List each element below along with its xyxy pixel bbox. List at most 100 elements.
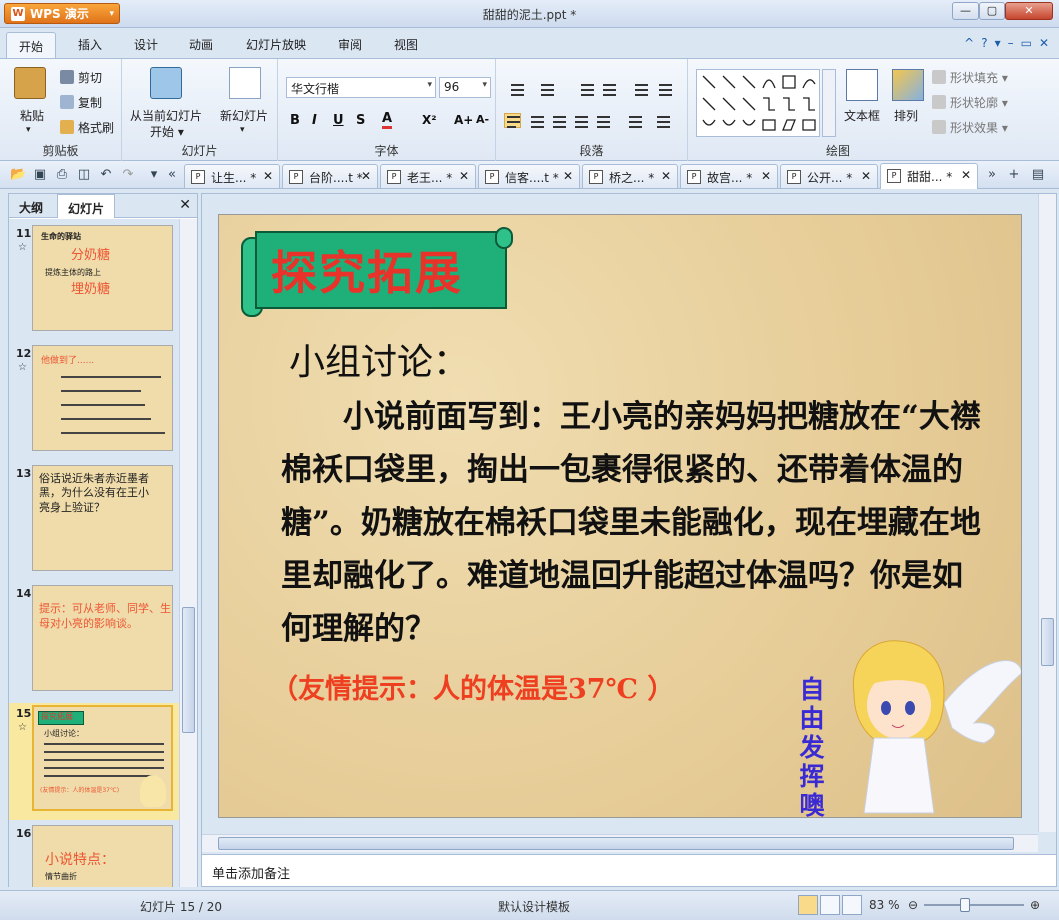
tab-design[interactable]: 设计 — [134, 36, 158, 53]
help-icon[interactable]: ? — [981, 36, 987, 50]
shapes-gallery[interactable] — [696, 69, 820, 137]
slide-thumbnail[interactable]: 俗话说近朱者赤近墨者黑，为什么没有在王小亮身上验证？ — [32, 465, 173, 571]
tab-home[interactable]: 开始 — [6, 32, 57, 60]
editor-horizontal-scrollbar[interactable] — [202, 834, 1038, 852]
doc-tab[interactable]: P 让生... * ✕ — [184, 164, 280, 188]
font-name-select[interactable]: 华文行楷 ▾ — [286, 77, 436, 98]
superscript-button[interactable]: X² — [422, 113, 437, 127]
line-spacing-icon[interactable] — [626, 113, 643, 128]
scrollbar-thumb[interactable] — [1041, 618, 1054, 666]
save-icon[interactable]: ▣ — [32, 167, 48, 183]
new-tab-icon[interactable]: + — [1006, 167, 1022, 183]
doc-tab[interactable]: P 老王... * ✕ — [380, 164, 476, 188]
align-right-icon[interactable] — [550, 113, 567, 128]
shapes-gallery-scroll[interactable] — [822, 69, 836, 137]
slide-sorter-icon[interactable] — [820, 895, 840, 915]
slide-panel-scrollbar[interactable] — [179, 219, 197, 887]
format-painter-button[interactable]: 格式刷 — [60, 119, 114, 136]
normal-view-icon[interactable] — [798, 895, 818, 915]
print-preview-icon[interactable]: ◫ — [76, 167, 92, 183]
tab-review[interactable]: 审阅 — [338, 36, 362, 53]
doc-tab-active[interactable]: P 甜甜... * ✕ — [880, 163, 978, 189]
cut-button[interactable]: 剪切 — [60, 69, 102, 86]
angel-caption[interactable]: 自由发挥噢 — [795, 675, 829, 817]
shape-effects-button[interactable]: 形状效果 ▾ — [932, 119, 1008, 136]
print-icon[interactable]: ⎙ — [54, 167, 70, 183]
chevron-down-icon[interactable]: ▾ — [26, 125, 31, 135]
doc-tab[interactable]: P 桥之... * ✕ — [582, 164, 678, 188]
tab-slides[interactable]: 幻灯片 — [57, 194, 116, 218]
close-tab-icon[interactable]: ✕ — [661, 169, 671, 183]
slide-thumbnail-row-selected[interactable]: 15 ☆ 探究拓展 小组讨论： (友情提示：人的体温是37℃) — [9, 703, 179, 820]
new-slide-button[interactable]: 新幻灯片 — [220, 107, 268, 124]
close-tab-icon[interactable]: ✕ — [361, 169, 371, 183]
slide-thumbnail[interactable]: 小说特点： 情节曲折 — [32, 825, 173, 887]
shrink-font-button[interactable]: A- — [476, 113, 489, 126]
arrange-icon[interactable] — [892, 69, 924, 101]
align-center-icon[interactable] — [528, 113, 545, 128]
zoom-level[interactable]: 83 % — [869, 898, 900, 912]
maximize-button[interactable]: ▢ — [979, 2, 1005, 20]
open-folder-icon[interactable]: 📂 — [10, 167, 26, 183]
close-tab-icon[interactable]: ✕ — [861, 169, 871, 183]
font-color-button[interactable]: A — [382, 111, 393, 129]
customize-toolbar-icon[interactable]: ▾ — [146, 167, 162, 183]
slide-thumbnail[interactable]: 探究拓展 小组讨论： (友情提示：人的体温是37℃) — [32, 705, 173, 811]
caret-up-icon[interactable]: ^ — [964, 36, 974, 50]
doc-tab[interactable]: P 公开... * ✕ — [780, 164, 878, 188]
slide-canvas[interactable]: 探究拓展 小组讨论： 小说前面写到：王小亮的亲妈妈把糖放在“大襟棉袄口袋里，掏出… — [218, 214, 1022, 818]
zoom-in-icon[interactable]: ⊕ — [1030, 898, 1040, 912]
hint-text[interactable]: （友情提示：人的体温是37℃ ） — [271, 667, 674, 706]
copy-button[interactable]: 复制 — [60, 94, 102, 111]
zoom-slider-handle[interactable] — [960, 898, 970, 912]
italic-button[interactable]: I — [312, 113, 317, 128]
title-banner[interactable]: 探究拓展 — [241, 227, 513, 319]
align-text-icon[interactable] — [656, 81, 673, 96]
slide-body-text[interactable]: 小说前面写到：王小亮的亲妈妈把糖放在“大襟棉袄口袋里，掏出一包裹得很紧的、还带着… — [281, 391, 981, 656]
scrollbar-thumb[interactable] — [182, 607, 195, 733]
new-slide-icon[interactable] — [229, 67, 261, 99]
font-size-select[interactable]: 96 ▾ — [439, 77, 491, 98]
tab-view[interactable]: 视图 — [394, 36, 418, 53]
zoom-out-icon[interactable]: ⊖ — [908, 898, 918, 912]
slide-thumbnail-row[interactable]: 12 ☆ 他做到了...... — [9, 343, 179, 460]
text-box-icon[interactable] — [846, 69, 878, 101]
close-tab-icon[interactable]: ✕ — [263, 169, 273, 183]
tab-scroll-left-icon[interactable]: « — [164, 167, 180, 183]
underline-button[interactable]: U — [333, 113, 344, 128]
increase-indent-icon[interactable] — [600, 81, 617, 96]
slideshow-view-icon[interactable] — [842, 895, 862, 915]
restore-icon[interactable]: ▭ — [1021, 36, 1032, 50]
play-slideshow-icon[interactable] — [150, 67, 182, 99]
slide-thumbnail-row[interactable]: 11 ☆ 生命的驿站 分奶糖 提炼主体的路上 埋奶糖 — [9, 223, 179, 340]
play-from-current-button[interactable]: 从当前幻灯片 — [130, 107, 202, 124]
align-left-icon[interactable] — [504, 113, 521, 128]
editor-vertical-scrollbar[interactable] — [1038, 194, 1056, 832]
close-tab-icon[interactable]: ✕ — [459, 169, 469, 183]
slide-thumbnail[interactable]: 生命的驿站 分奶糖 提炼主体的路上 埋奶糖 — [32, 225, 173, 331]
arrange-button[interactable]: 排列 — [894, 107, 918, 124]
shape-outline-button[interactable]: 形状轮廓 ▾ — [932, 94, 1008, 111]
close-tab-icon[interactable]: ✕ — [761, 169, 771, 183]
text-box-button[interactable]: 文本框 — [844, 107, 880, 124]
tab-animation[interactable]: 动画 — [189, 36, 213, 53]
decrease-indent-icon[interactable] — [578, 81, 595, 96]
shadow-button[interactable]: S — [356, 113, 365, 128]
tab-scroll-right-icon[interactable]: » — [984, 167, 1000, 183]
close-tab-icon[interactable]: ✕ — [563, 169, 573, 183]
chevron-down-icon[interactable]: ▾ — [240, 125, 245, 135]
text-direction-icon[interactable] — [632, 81, 649, 96]
tab-slideshow[interactable]: 幻灯片放映 — [246, 36, 306, 53]
play-start-label[interactable]: 开始 ▾ — [150, 123, 184, 140]
tab-list-icon[interactable]: ▤ — [1030, 167, 1046, 183]
slide-thumbnail-row[interactable]: 13 俗话说近朱者赤近墨者黑，为什么没有在王小亮身上验证？ — [9, 463, 179, 580]
bold-button[interactable]: B — [290, 113, 300, 128]
paste-button[interactable]: 粘贴 — [20, 107, 44, 124]
slide-thumbnail-row[interactable]: 14 提示：可从老师、同学、生母对小亮的影响谈。 — [9, 583, 179, 700]
justify-icon[interactable] — [572, 113, 589, 128]
undo-icon[interactable]: ↶ — [98, 167, 114, 183]
shape-fill-button[interactable]: 形状填充 ▾ — [932, 69, 1008, 86]
paste-icon[interactable] — [14, 67, 46, 99]
notes-pane[interactable]: 单击添加备注 — [202, 854, 1056, 886]
slide-thumbnail-row[interactable]: 16 小说特点： 情节曲折 — [9, 823, 179, 887]
